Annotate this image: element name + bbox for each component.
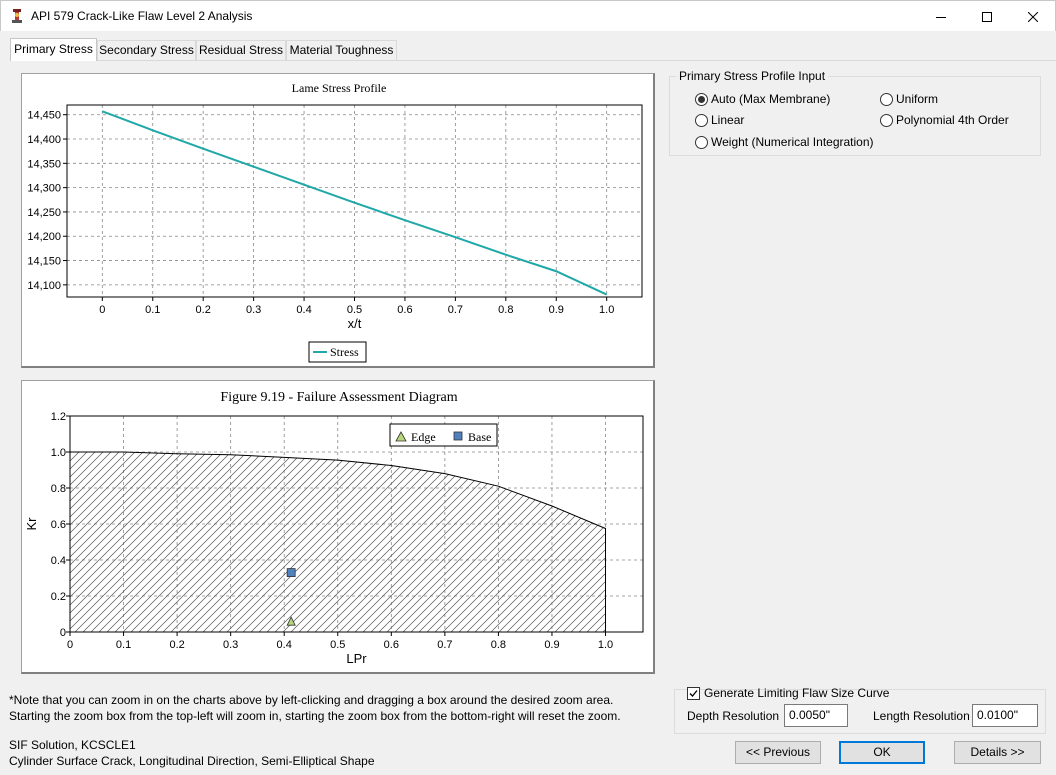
app-icon bbox=[12, 9, 22, 23]
minimize-icon bbox=[936, 16, 946, 18]
stress-profile-chart[interactable]: Lame Stress Profile 14,100 14,150 14,200 14… bbox=[22, 74, 653, 366]
radio-unselected-icon bbox=[695, 135, 708, 149]
y-tick-label: 14,150 bbox=[27, 256, 61, 268]
fad-chart-panel[interactable]: Figure 9.19 - Failure Assessment Diagram… bbox=[21, 380, 655, 674]
y-tick-label: 0.4 bbox=[51, 555, 66, 567]
y-tick-label: 14,300 bbox=[27, 183, 61, 195]
x-tick-label: 0.1 bbox=[145, 304, 160, 316]
y-tick-label: 1.2 bbox=[51, 411, 66, 423]
checkmark-icon bbox=[689, 689, 698, 697]
radio-polynomial-4th-order[interactable]: Polynomial 4th Order bbox=[880, 113, 1009, 127]
y-tick-label: 14,200 bbox=[27, 231, 61, 243]
legend-label-base: Base bbox=[468, 430, 491, 444]
radio-linear[interactable]: Linear bbox=[695, 113, 744, 127]
radio-selected-icon bbox=[695, 92, 708, 106]
x-tick-label: 0.2 bbox=[169, 639, 184, 651]
y-tick-label: 14,100 bbox=[27, 280, 61, 292]
y-tick-label: 14,350 bbox=[27, 158, 61, 170]
chart-legend: Stress bbox=[308, 341, 367, 363]
x-tick-label: 0.1 bbox=[116, 639, 131, 651]
ok-button[interactable]: OK bbox=[839, 741, 925, 764]
previous-button[interactable]: << Previous bbox=[735, 741, 821, 764]
minimize-button[interactable] bbox=[918, 1, 964, 32]
tab-secondary-stress[interactable]: Secondary Stress bbox=[97, 40, 196, 60]
y-tick-label: 0 bbox=[60, 627, 66, 639]
x-tick-label: 0.8 bbox=[498, 304, 513, 316]
chart-title: Lame Stress Profile bbox=[292, 81, 387, 95]
close-button[interactable] bbox=[1010, 1, 1056, 32]
y-tick-label: 0.2 bbox=[51, 591, 66, 603]
legend-marker-base bbox=[453, 431, 463, 441]
radio-uniform[interactable]: Uniform bbox=[880, 92, 938, 106]
legend-label-edge: Edge bbox=[411, 430, 436, 444]
fad-chart[interactable]: Figure 9.19 - Failure Assessment Diagram… bbox=[22, 381, 653, 672]
x-axis-label: LPr bbox=[346, 651, 367, 666]
details-button[interactable]: Details >> bbox=[954, 741, 1041, 764]
x-tick-label: 0.4 bbox=[277, 639, 292, 651]
x-tick-label: 0 bbox=[67, 639, 73, 651]
stress-profile-chart-panel[interactable]: Lame Stress Profile 14,100 14,150 14,200 14… bbox=[21, 73, 655, 368]
x-tick-label: 0.2 bbox=[196, 304, 211, 316]
x-tick-label: 0 bbox=[99, 304, 105, 316]
y-tick-label: 0.6 bbox=[51, 519, 66, 531]
chart-legend: Edge Base bbox=[389, 423, 498, 447]
x-tick-label: 0.9 bbox=[544, 639, 559, 651]
y-axis-label: Kr bbox=[24, 517, 39, 531]
x-axis-label: x/t bbox=[348, 316, 362, 331]
window-title: API 579 Crack-Like Flaw Level 2 Analysis bbox=[31, 9, 253, 23]
data-point-base bbox=[286, 568, 296, 578]
y-tick-label: 0.8 bbox=[51, 483, 66, 495]
zoom-note: *Note that you can zoom in on the charts… bbox=[9, 693, 621, 723]
tab-primary-stress[interactable]: Primary Stress bbox=[10, 38, 97, 61]
x-tick-label: 0.8 bbox=[491, 639, 506, 651]
x-tick-label: 1.0 bbox=[598, 639, 613, 651]
radio-auto-max-membrane[interactable]: Auto (Max Membrane) bbox=[695, 92, 830, 106]
fad-acceptable-region bbox=[69, 451, 607, 633]
x-tick-label: 0.3 bbox=[223, 639, 238, 651]
maximize-button[interactable] bbox=[964, 1, 1010, 32]
depth-resolution-label: Depth Resolution bbox=[687, 709, 780, 723]
title-bar: API 579 Crack-Like Flaw Level 2 Analysis bbox=[0, 0, 1056, 31]
chart-title: Figure 9.19 - Failure Assessment Diagram bbox=[220, 390, 457, 405]
y-tick-label: 14,450 bbox=[27, 110, 61, 122]
depth-resolution-input[interactable]: 0.0050" bbox=[784, 704, 848, 727]
y-tick-label: 14,400 bbox=[27, 134, 61, 146]
x-tick-label: 0.6 bbox=[397, 304, 412, 316]
radio-weight-numerical-integration[interactable]: Weight (Numerical Integration) bbox=[695, 135, 874, 149]
sif-solution-info: SIF Solution, KCSCLE1 Cylinder Surface C… bbox=[9, 738, 375, 768]
length-resolution-input[interactable]: 0.0100" bbox=[972, 704, 1038, 727]
radio-unselected-icon bbox=[880, 113, 893, 127]
x-tick-label: 0.3 bbox=[246, 304, 261, 316]
tab-residual-stress[interactable]: Residual Stress bbox=[196, 40, 286, 60]
checkbox-icon bbox=[687, 686, 700, 700]
x-tick-label: 0.5 bbox=[347, 304, 362, 316]
length-resolution-label: Length Resolution bbox=[873, 709, 970, 723]
tab-material-toughness[interactable]: Material Toughness bbox=[286, 40, 397, 60]
x-tick-label: 0.9 bbox=[549, 304, 564, 316]
x-tick-label: 0.4 bbox=[296, 304, 311, 316]
group-label: Primary Stress Profile Input bbox=[676, 69, 829, 83]
radio-unselected-icon bbox=[695, 113, 708, 127]
y-tick-label: 14,250 bbox=[27, 207, 61, 219]
legend-label-stress: Stress bbox=[330, 345, 359, 359]
x-tick-label: 0.7 bbox=[448, 304, 463, 316]
x-tick-label: 0.7 bbox=[437, 639, 452, 651]
radio-unselected-icon bbox=[880, 92, 893, 106]
maximize-icon bbox=[982, 11, 992, 22]
y-tick-label: 1.0 bbox=[51, 447, 66, 459]
generate-limiting-flaw-checkbox[interactable]: Generate Limiting Flaw Size Curve bbox=[687, 686, 889, 700]
x-tick-label: 0.5 bbox=[330, 639, 345, 651]
x-tick-label: 1.0 bbox=[599, 304, 614, 316]
close-icon bbox=[1028, 11, 1038, 22]
x-tick-label: 0.6 bbox=[384, 639, 399, 651]
